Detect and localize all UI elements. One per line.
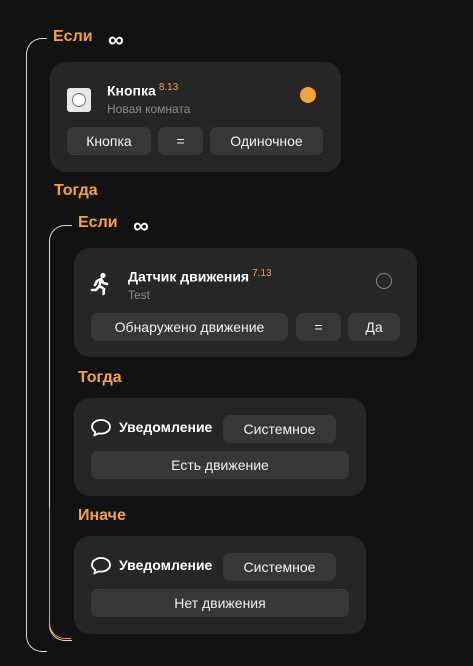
then-notification-type[interactable]: Системное [223, 415, 336, 443]
chat-bubble-icon [90, 556, 112, 576]
then-action-title: Уведомление [119, 419, 213, 435]
motion-trigger-version: 7.13 [252, 268, 272, 279]
else-notification-card[interactable]: Уведомление Системное Нет движения [74, 536, 366, 634]
outer-if-bracket [26, 38, 47, 652]
then-notification-card[interactable]: Уведомление Системное Есть движение [74, 398, 366, 496]
else-notification-type[interactable]: Системное [223, 553, 336, 581]
condition-value[interactable]: Одиночное [210, 127, 323, 155]
button-device-icon [67, 88, 91, 112]
inner-else-accent [49, 508, 71, 639]
then-notification-message[interactable]: Есть движение [91, 451, 349, 479]
condition-field[interactable]: Кнопка [67, 127, 151, 155]
else-action-title: Уведомление [119, 557, 213, 573]
trigger-version: 8.13 [158, 82, 179, 93]
motion-trigger-card[interactable]: Датчик движения 7.13 Test Обнаружено движ… [74, 248, 417, 357]
condition-operator[interactable]: = [158, 127, 203, 155]
trigger-room: Новая комната [107, 102, 191, 116]
status-dot-empty [376, 273, 392, 289]
outer-then-label: Тогда [54, 182, 98, 199]
inner-if-label: Если [78, 214, 118, 231]
running-person-icon [90, 272, 112, 296]
else-notification-message[interactable]: Нет движения [91, 589, 349, 617]
motion-condition-operator[interactable]: = [296, 313, 341, 341]
motion-condition-field[interactable]: Обнаружено движение [91, 313, 288, 341]
motion-trigger-title: Датчик движения 7.13 [128, 268, 272, 285]
chat-bubble-icon [90, 418, 112, 438]
inner-then-label: Тогда [78, 369, 122, 386]
outer-infinity-icon[interactable]: ∞ [108, 29, 124, 51]
trigger-title: Кнопка 8.13 [107, 82, 179, 99]
inner-else-label: Иначе [78, 507, 126, 524]
motion-trigger-room: Test [128, 288, 151, 302]
button-trigger-card[interactable]: Кнопка 8.13 Новая комната Кнопка = Одиноч… [50, 62, 341, 172]
motion-condition-value[interactable]: Да [348, 313, 400, 341]
outer-if-label: Если [53, 28, 93, 45]
inner-infinity-icon[interactable]: ∞ [133, 215, 149, 237]
status-dot [300, 87, 316, 103]
